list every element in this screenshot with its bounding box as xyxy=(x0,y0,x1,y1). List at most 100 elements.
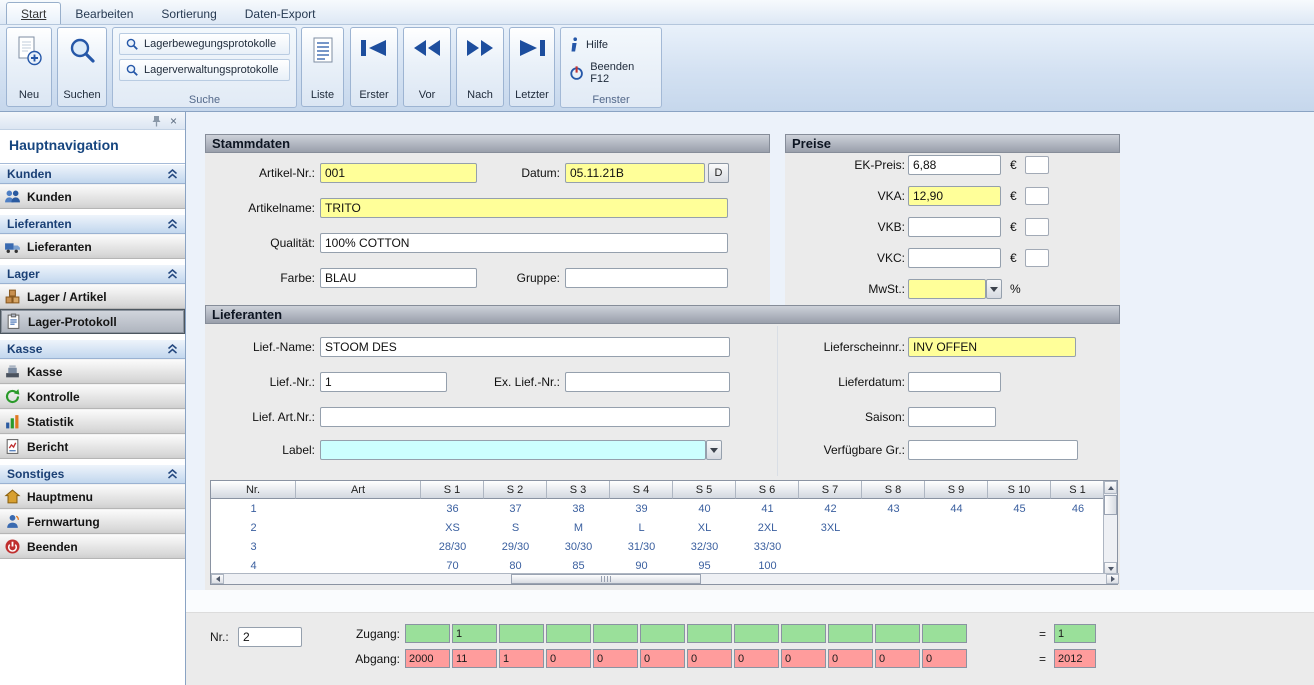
ex-lief-nr-field[interactable] xyxy=(565,372,730,392)
lagerbewegungsprotokolle-button[interactable]: Lagerbewegungsprotokolle xyxy=(119,33,290,55)
sidebar-item-lager-artikel[interactable]: Lager / Artikel xyxy=(0,284,185,309)
abgang-cell[interactable]: 0 xyxy=(640,649,685,668)
abgang-cell[interactable]: 0 xyxy=(593,649,638,668)
abgang-cell[interactable]: 2000 xyxy=(405,649,450,668)
zugang-cell[interactable] xyxy=(687,624,732,643)
sidebar-item-kunden[interactable]: Kunden xyxy=(0,184,185,209)
table-cell[interactable] xyxy=(296,537,421,556)
abgang-cell[interactable]: 0 xyxy=(922,649,967,668)
table-cell[interactable]: 45 xyxy=(988,499,1051,518)
artikel-nr-field[interactable] xyxy=(320,163,477,183)
abgang-cell[interactable]: 0 xyxy=(875,649,920,668)
zugang-cell[interactable] xyxy=(875,624,920,643)
table-cell[interactable] xyxy=(862,518,925,537)
saison-field[interactable] xyxy=(908,407,996,427)
ek-preis-field[interactable] xyxy=(908,155,1001,175)
column-header[interactable]: S 1 xyxy=(1051,481,1105,499)
abgang-cell[interactable]: 0 xyxy=(781,649,826,668)
vka-field[interactable] xyxy=(908,186,1001,206)
table-cell[interactable]: XS xyxy=(421,518,484,537)
sidebar-group-kasse[interactable]: Kasse xyxy=(0,339,185,359)
zugang-cell[interactable] xyxy=(593,624,638,643)
lagerverwaltungsprotokolle-button[interactable]: Lagerverwaltungsprotokolle xyxy=(119,59,290,81)
table-cell[interactable] xyxy=(925,537,988,556)
table-cell[interactable]: 29/30 xyxy=(484,537,547,556)
vkc-field[interactable] xyxy=(908,248,1001,268)
table-cell[interactable]: 39 xyxy=(610,499,673,518)
zugang-cell[interactable] xyxy=(781,624,826,643)
abgang-cell[interactable]: 11 xyxy=(452,649,497,668)
scroll-right-button[interactable] xyxy=(1106,574,1119,584)
mwst-dropdown-button[interactable] xyxy=(986,279,1002,299)
abgang-cell[interactable]: 0 xyxy=(687,649,732,668)
column-header[interactable]: S 4 xyxy=(610,481,673,499)
table-cell[interactable]: 38 xyxy=(547,499,610,518)
vkb-field[interactable] xyxy=(908,217,1001,237)
horizontal-scroll-thumb[interactable] xyxy=(511,574,701,584)
table-cell[interactable]: M xyxy=(547,518,610,537)
scroll-left-button[interactable] xyxy=(211,574,224,584)
sidebar-item-lager-protokoll[interactable]: Lager-Protokoll xyxy=(0,309,185,334)
zugang-cell[interactable] xyxy=(640,624,685,643)
column-header[interactable]: S 5 xyxy=(673,481,736,499)
label-dropdown-button[interactable] xyxy=(706,440,722,460)
vkb-extra-field[interactable] xyxy=(1025,218,1049,236)
liste-button[interactable]: Liste xyxy=(301,27,344,107)
pin-icon[interactable] xyxy=(151,115,162,127)
sidebar-item-kontrolle[interactable]: Kontrolle xyxy=(0,384,185,409)
suchen-button[interactable]: Suchen xyxy=(57,27,107,107)
abgang-cell[interactable]: 0 xyxy=(828,649,873,668)
sidebar-item-statistik[interactable]: Statistik xyxy=(0,409,185,434)
table-cell[interactable]: 2XL xyxy=(736,518,799,537)
column-header[interactable]: S 10 xyxy=(988,481,1051,499)
table-cell[interactable] xyxy=(988,537,1051,556)
table-cell[interactable]: 30/30 xyxy=(547,537,610,556)
lief-nr-field[interactable] xyxy=(320,372,447,392)
datum-picker-button[interactable]: D xyxy=(708,163,729,183)
table-cell[interactable]: 44 xyxy=(925,499,988,518)
verfuegbare-gr-field[interactable] xyxy=(908,440,1078,460)
beenden-button[interactable]: Beenden F12 xyxy=(567,57,655,89)
column-header[interactable]: S 9 xyxy=(925,481,988,499)
table-cell[interactable]: 37 xyxy=(484,499,547,518)
table-cell[interactable]: 3 xyxy=(211,537,296,556)
scroll-up-button[interactable] xyxy=(1104,481,1117,494)
table-cell[interactable] xyxy=(1051,518,1105,537)
table-cell[interactable]: 46 xyxy=(1051,499,1105,518)
table-cell[interactable]: 40 xyxy=(673,499,736,518)
zugang-cell[interactable]: 1 xyxy=(452,624,497,643)
zugang-cell[interactable] xyxy=(499,624,544,643)
farbe-field[interactable] xyxy=(320,268,477,288)
column-header[interactable]: S 7 xyxy=(799,481,862,499)
column-header[interactable]: S 6 xyxy=(736,481,799,499)
table-cell[interactable] xyxy=(925,518,988,537)
hilfe-button[interactable]: Hilfe xyxy=(567,33,655,57)
sidebar-item-bericht[interactable]: Bericht xyxy=(0,434,185,459)
vkc-extra-field[interactable] xyxy=(1025,249,1049,267)
table-cell[interactable]: L xyxy=(610,518,673,537)
table-row[interactable]: 2XSSMLXL2XL3XL xyxy=(211,518,1105,537)
erster-button[interactable]: Erster xyxy=(350,27,398,107)
abgang-cell[interactable]: 0 xyxy=(546,649,591,668)
artikelname-field[interactable] xyxy=(320,198,728,218)
table-cell[interactable]: 31/30 xyxy=(610,537,673,556)
sidebar-group-kunden[interactable]: Kunden xyxy=(0,164,185,184)
table-cell[interactable] xyxy=(862,537,925,556)
sidebar-item-fernwartung[interactable]: Fernwartung xyxy=(0,509,185,534)
table-row[interactable]: 13637383940414243444546 xyxy=(211,499,1105,518)
table-cell[interactable] xyxy=(799,537,862,556)
sidebar-item-beenden[interactable]: Beenden xyxy=(0,534,185,559)
table-cell[interactable]: XL xyxy=(673,518,736,537)
table-cell[interactable]: 32/30 xyxy=(673,537,736,556)
column-header[interactable]: Nr. xyxy=(211,481,296,499)
vor-button[interactable]: Vor xyxy=(403,27,451,107)
table-cell[interactable]: 43 xyxy=(862,499,925,518)
column-header[interactable]: S 3 xyxy=(547,481,610,499)
ek-extra-field[interactable] xyxy=(1025,156,1049,174)
mwst-field[interactable] xyxy=(908,279,986,299)
tab-bearbeiten[interactable]: Bearbeiten xyxy=(61,3,147,24)
qualitaet-field[interactable] xyxy=(320,233,728,253)
horizontal-scrollbar[interactable] xyxy=(211,573,1119,584)
table-cell[interactable]: 42 xyxy=(799,499,862,518)
sidebar-item-hauptmenu[interactable]: Hauptmenu xyxy=(0,484,185,509)
